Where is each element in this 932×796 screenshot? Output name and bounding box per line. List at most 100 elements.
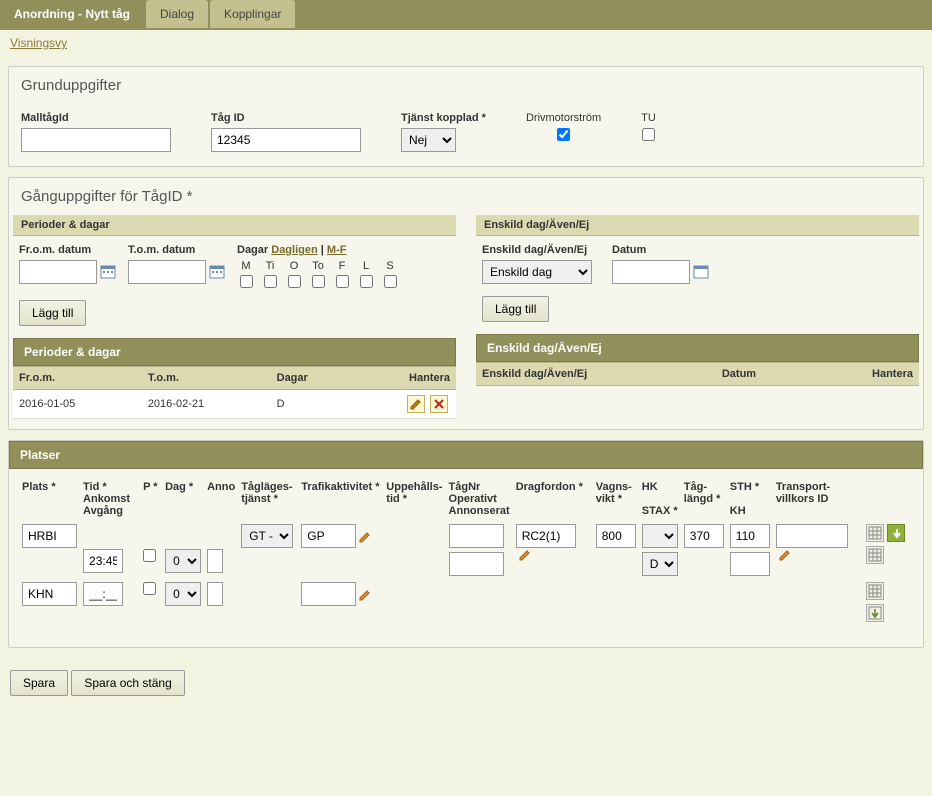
panel-grunduppgifter: Grunduppgifter MalltågId Tåg ID Tjänst k… xyxy=(8,66,924,167)
panel-title-grund: Grunduppgifter xyxy=(9,67,923,104)
bar-enskild-table: Enskild dag/Även/Ej xyxy=(476,334,919,362)
pencil-icon[interactable] xyxy=(778,548,792,562)
label-driv: Drivmotorström xyxy=(526,112,601,124)
th-transport: Transport-villkors ID xyxy=(773,477,863,521)
input-avgang-0[interactable] xyxy=(83,549,123,573)
cell-from: 2016-01-05 xyxy=(13,390,142,419)
calendar-icon[interactable] xyxy=(100,264,116,280)
table-perioder: Fr.o.m. T.o.m. Dagar Hantera 2016-01-05 … xyxy=(13,366,456,419)
input-anno-1[interactable] xyxy=(207,582,223,606)
label-from: Fr.o.m. datum xyxy=(19,244,116,256)
table-row: 2016-01-05 2016-02-21 D xyxy=(13,390,456,419)
pencil-icon[interactable] xyxy=(358,530,372,544)
tab-anordning[interactable]: Anordning - Nytt tåg xyxy=(0,0,144,28)
label-tagid: Tåg ID xyxy=(211,112,361,124)
checkbox-tu[interactable] xyxy=(642,128,655,141)
th-drag: Dragfordon * xyxy=(513,477,593,521)
day-o: O xyxy=(290,260,299,272)
th-tagnr: TågNrOperativtAnnonserat xyxy=(446,477,513,521)
check-s[interactable] xyxy=(384,275,397,288)
input-transport-0[interactable] xyxy=(776,524,848,548)
select-dag-0[interactable]: 0 xyxy=(165,549,201,573)
label-datum: Datum xyxy=(612,244,709,256)
calendar-icon[interactable] xyxy=(693,264,709,280)
select-dag-1[interactable]: 0 xyxy=(165,582,201,606)
tab-dialog[interactable]: Dialog xyxy=(146,0,208,28)
input-langd-0[interactable] xyxy=(684,524,724,548)
input-tagnr-op-0[interactable] xyxy=(449,524,504,548)
input-tagnr-an-0[interactable] xyxy=(449,552,504,576)
edit-icon[interactable] xyxy=(407,395,425,413)
th-sth: STH *KH xyxy=(727,477,773,521)
day-ti: Ti xyxy=(266,260,275,272)
select-taglages-0[interactable]: GT - xyxy=(241,524,293,548)
check-f[interactable] xyxy=(336,275,349,288)
table-platser: Plats * Tid *AnkomstAvgång P * Dag * Ann… xyxy=(19,477,913,625)
select-hk-0[interactable] xyxy=(642,524,678,548)
day-l: L xyxy=(363,260,369,272)
btn-lagg-till-enskild[interactable]: Lägg till xyxy=(482,296,549,322)
day-m: M xyxy=(241,260,250,272)
pencil-icon[interactable] xyxy=(518,548,532,562)
grid-arrow-icon[interactable] xyxy=(866,604,884,622)
bar-perioder-table: Perioder & dagar xyxy=(13,338,456,366)
select-enskild[interactable]: Enskild dag xyxy=(482,260,592,284)
pencil-icon[interactable] xyxy=(358,588,372,602)
input-kh-0[interactable] xyxy=(730,552,770,576)
th-anno: Anno xyxy=(204,477,238,521)
check-m[interactable] xyxy=(240,275,253,288)
input-trafik-0[interactable] xyxy=(301,524,356,548)
btn-spara-stang[interactable]: Spara och stäng xyxy=(71,670,184,696)
th-dag: Dag * xyxy=(162,477,204,521)
check-o[interactable] xyxy=(288,275,301,288)
input-plats-0[interactable] xyxy=(22,524,77,548)
th-datum: Datum xyxy=(716,363,811,386)
input-tom[interactable] xyxy=(128,260,206,284)
th-uppeh: Uppehålls-tid * xyxy=(383,477,445,521)
select-tjanst[interactable]: Nej xyxy=(401,128,456,152)
input-from[interactable] xyxy=(19,260,97,284)
input-drag-0[interactable] xyxy=(516,524,576,548)
grid-icon[interactable] xyxy=(866,582,884,600)
day-s: S xyxy=(386,260,393,272)
th-hk: HKSTAX * xyxy=(639,477,681,521)
th-tom: T.o.m. xyxy=(142,367,271,390)
arrow-down-icon[interactable] xyxy=(887,524,905,542)
input-anno-0[interactable] xyxy=(207,549,223,573)
input-datum[interactable] xyxy=(612,260,690,284)
panel-ganguppgifter: Gånguppgifter för TågID * Perioder & dag… xyxy=(8,177,924,430)
input-ankomst-1[interactable] xyxy=(83,582,123,606)
select-stax-0[interactable]: D xyxy=(642,552,678,576)
check-p-0[interactable] xyxy=(143,549,156,562)
th-taglangd: Tåg-längd * xyxy=(681,477,727,521)
input-trafik-1[interactable] xyxy=(301,582,356,606)
input-tagid[interactable] xyxy=(211,128,361,152)
label-tjanst: Tjänst kopplad * xyxy=(401,112,486,124)
tab-kopplingar[interactable]: Kopplingar xyxy=(210,0,295,28)
check-p-1[interactable] xyxy=(143,582,156,595)
grid-icon[interactable] xyxy=(866,546,884,564)
check-to[interactable] xyxy=(312,275,325,288)
th-trafik: Trafikaktivitet * xyxy=(298,477,383,521)
input-vikt-0[interactable] xyxy=(596,524,636,548)
platser-row: 0 GT - D xyxy=(19,521,913,579)
delete-icon[interactable] xyxy=(430,395,448,413)
checkbox-driv[interactable] xyxy=(557,128,570,141)
th-vagns: Vagns-vikt * xyxy=(593,477,639,521)
th-actions xyxy=(863,477,913,521)
grid-icon[interactable] xyxy=(866,524,884,542)
input-malltagid[interactable] xyxy=(21,128,171,152)
link-visningsvy[interactable]: Visningsvy xyxy=(10,36,67,50)
breadcrumb: Visningsvy xyxy=(0,30,932,56)
link-mf[interactable]: M-F xyxy=(327,244,347,256)
btn-spara[interactable]: Spara xyxy=(10,670,68,696)
calendar-icon[interactable] xyxy=(209,264,225,280)
input-sth-0[interactable] xyxy=(730,524,770,548)
check-ti[interactable] xyxy=(264,275,277,288)
input-plats-1[interactable] xyxy=(22,582,77,606)
platser-row: 0 xyxy=(19,579,913,625)
check-l[interactable] xyxy=(360,275,373,288)
btn-lagg-till-period[interactable]: Lägg till xyxy=(19,300,86,326)
subhead-enskild: Enskild dag/Även/Ej xyxy=(476,215,919,236)
link-dagligen[interactable]: Dagligen xyxy=(271,244,317,256)
